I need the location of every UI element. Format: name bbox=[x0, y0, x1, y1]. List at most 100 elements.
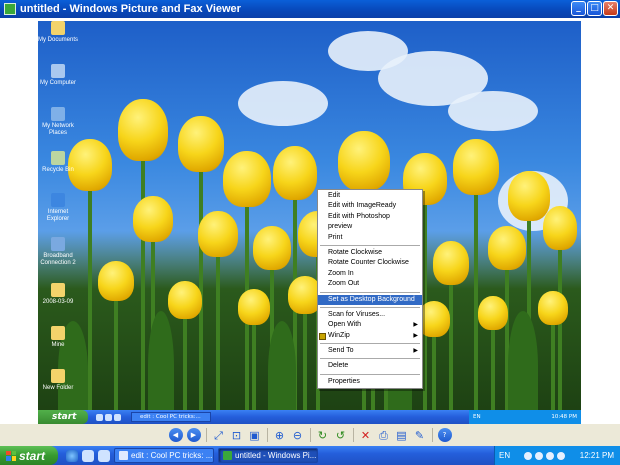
task-button[interactable]: untitled - Windows Pi... bbox=[218, 448, 318, 463]
leaf bbox=[148, 311, 174, 421]
cloud bbox=[238, 81, 328, 126]
tulip-flower bbox=[168, 281, 202, 319]
tulip-stem bbox=[558, 244, 562, 418]
task-buttons: edit : Cool PC tricks: ... untitled - Win… bbox=[110, 448, 318, 463]
help-button[interactable]: ? bbox=[437, 428, 452, 442]
menu-item-preview[interactable]: preview bbox=[318, 222, 422, 232]
toolbar-separator bbox=[266, 428, 268, 442]
open-editor-button[interactable]: ✎ bbox=[413, 428, 427, 442]
ie-quicklaunch-icon[interactable] bbox=[66, 449, 78, 462]
menu-item-label: Zoom Out bbox=[328, 280, 360, 288]
actual-size-icon: ⊡ bbox=[231, 428, 242, 442]
minimize-button[interactable]: _ bbox=[571, 1, 586, 16]
tray-icon[interactable] bbox=[546, 451, 555, 460]
desktop-icon-label: 2008-03-09 bbox=[42, 299, 74, 305]
menu-item-label: Edit with ImageReady bbox=[328, 202, 397, 210]
desktop-icon[interactable]: 2008-03-09 bbox=[38, 283, 78, 306]
zoom-in-button[interactable]: ⊕ bbox=[273, 428, 287, 442]
close-button[interactable]: ✕ bbox=[603, 1, 618, 16]
system-tray: EN 12:21 PM bbox=[494, 446, 620, 465]
menu-item-edit-with-photoshop[interactable]: Edit with Photoshop bbox=[318, 212, 422, 222]
next-image-button[interactable]: ▶ bbox=[186, 428, 201, 442]
menu-item-scan-for-viruses[interactable]: Scan for Viruses... bbox=[318, 310, 422, 320]
menu-item-properties[interactable]: Properties bbox=[318, 377, 422, 387]
tulip-flower bbox=[543, 206, 577, 250]
menu-item-label: Scan for Viruses... bbox=[328, 310, 386, 318]
menu-item-delete[interactable]: Delete bbox=[318, 361, 422, 371]
tulip-stem bbox=[252, 319, 256, 418]
rotate-clockwise-button[interactable]: ↻ bbox=[316, 428, 330, 442]
zoom-out-icon: ⊖ bbox=[292, 428, 303, 442]
tray-icon[interactable] bbox=[524, 451, 533, 460]
menu-item-open-with[interactable]: Open With ▶ bbox=[318, 320, 422, 330]
menu-item-label: Print bbox=[328, 233, 343, 241]
task-button[interactable]: edit : Cool PC tricks: ... bbox=[114, 448, 214, 463]
tulip-stem bbox=[449, 279, 453, 418]
rotate-counterclockwise-icon: ↺ bbox=[335, 428, 346, 442]
menu-item-label: Edit bbox=[328, 192, 341, 199]
desktop-icon[interactable]: Broadband Connection 2 bbox=[38, 237, 78, 267]
desktop-icon-label: Mine bbox=[51, 342, 65, 348]
menu-item-label: preview bbox=[328, 223, 353, 231]
title-bar[interactable]: untitled - Windows Picture and Fax Viewe… bbox=[0, 0, 620, 18]
submenu-arrow-icon: ▶ bbox=[413, 322, 418, 329]
zoom-out-button[interactable]: ⊖ bbox=[291, 428, 305, 442]
slideshow-icon: ▣ bbox=[249, 428, 260, 442]
language-indicator[interactable]: EN bbox=[499, 451, 510, 460]
media-player-icon[interactable] bbox=[98, 449, 110, 462]
folder-icon bbox=[51, 283, 65, 297]
toolbar-separator bbox=[431, 428, 433, 442]
tulip-stem bbox=[183, 313, 187, 418]
desktop-icon-label: Broadband Connection 2 bbox=[40, 253, 76, 266]
folder-icon bbox=[51, 326, 65, 340]
previous-image-button[interactable]: ◀ bbox=[168, 428, 183, 442]
menu-item-winzip[interactable]: WinZip ▶ bbox=[318, 331, 422, 341]
menu-item-edit-with-imageready[interactable]: Edit with ImageReady bbox=[318, 201, 422, 211]
print-button[interactable]: ⎙ bbox=[377, 428, 391, 442]
desktop-icon[interactable]: My Computer bbox=[38, 64, 78, 87]
delete-button[interactable]: ✕ bbox=[359, 428, 373, 442]
quick-launch bbox=[66, 449, 110, 462]
start-button[interactable]: start bbox=[0, 446, 58, 465]
leaf bbox=[268, 321, 296, 421]
tulip-flower bbox=[178, 116, 224, 172]
actual-size-button[interactable]: ⊡ bbox=[230, 428, 244, 442]
desktop-icon[interactable]: My Documents bbox=[38, 21, 78, 44]
show-desktop-icon[interactable] bbox=[82, 449, 94, 462]
rotate-counterclockwise-button[interactable]: ↺ bbox=[334, 428, 348, 442]
menu-item-rotate-clockwise[interactable]: Rotate Clockwise bbox=[318, 248, 422, 258]
menu-item-rotate-counter-clockwise[interactable]: Rotate Counter Clockwise bbox=[318, 258, 422, 268]
tulip-flower bbox=[133, 196, 173, 242]
window-title: untitled - Windows Picture and Fax Viewe… bbox=[20, 3, 241, 15]
best-fit-button[interactable]: ⤢ bbox=[212, 428, 226, 442]
desktop-icon[interactable]: Mine bbox=[38, 326, 78, 349]
menu-item-label: WinZip bbox=[328, 331, 350, 339]
tulip-stem bbox=[474, 189, 478, 418]
inner-system-tray: EN 10:48 PM bbox=[469, 410, 581, 424]
slideshow-button[interactable]: ▣ bbox=[248, 428, 262, 442]
save-button[interactable]: ▤ bbox=[395, 428, 409, 442]
tray-icon[interactable] bbox=[535, 451, 544, 460]
submenu-arrow-icon: ▶ bbox=[413, 332, 418, 339]
desktop-icon[interactable]: My Network Places bbox=[38, 107, 78, 137]
tulip-flower bbox=[508, 171, 550, 221]
image-workspace: My Documents My Computer My Network Places… bbox=[0, 18, 620, 424]
menu-item-zoom-out[interactable]: Zoom Out bbox=[318, 279, 422, 289]
menu-item-zoom-in[interactable]: Zoom In bbox=[318, 269, 422, 279]
folder-icon bbox=[51, 369, 65, 383]
menu-item-print[interactable]: Print bbox=[318, 233, 422, 243]
menu-item-edit[interactable]: Edit bbox=[318, 191, 422, 201]
tray-icon[interactable] bbox=[557, 451, 566, 460]
inner-language-indicator: EN bbox=[473, 414, 481, 420]
menu-item-set-as-desktop-background[interactable]: Set as Desktop Background bbox=[318, 294, 422, 305]
maximize-button[interactable]: □ bbox=[587, 1, 602, 16]
menu-separator bbox=[320, 373, 420, 375]
desktop-icon-label: Internet Explorer bbox=[46, 209, 70, 222]
picture-viewer-icon bbox=[4, 3, 16, 15]
desktop-icon[interactable]: New Folder bbox=[38, 369, 78, 392]
desktop-icon[interactable]: Recycle Bin bbox=[38, 151, 78, 174]
desktop-icon[interactable]: Internet Explorer bbox=[38, 193, 78, 223]
menu-item-send-to[interactable]: Send To ▶ bbox=[318, 346, 422, 356]
desktop-icon-label: New Folder bbox=[42, 385, 74, 391]
displayed-image[interactable]: My Documents My Computer My Network Places… bbox=[38, 21, 581, 424]
